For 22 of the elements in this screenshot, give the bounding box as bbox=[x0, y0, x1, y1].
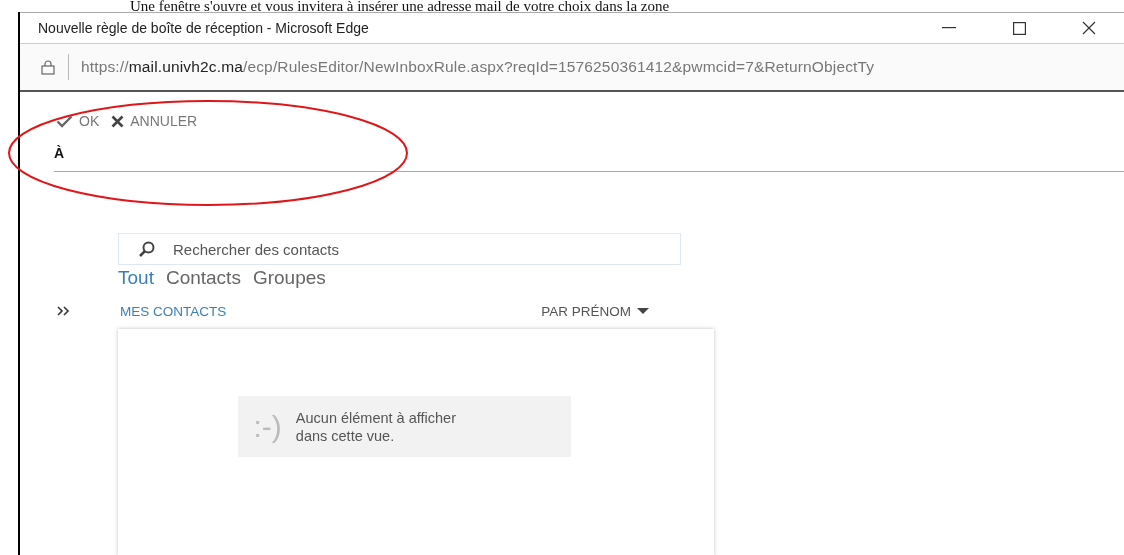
cancel-button[interactable]: ANNULER bbox=[111, 111, 198, 131]
recipient-field[interactable]: À bbox=[54, 145, 1124, 172]
search-field[interactable]: Rechercher des contacts bbox=[118, 233, 681, 265]
empty-message: Aucun élément à afficher dans cette vue. bbox=[295, 408, 457, 445]
filter-tab[interactable]: Tout bbox=[118, 267, 154, 289]
minimize-icon bbox=[942, 27, 956, 29]
caret-icon bbox=[637, 308, 649, 314]
window-title: Nouvelle règle de boîte de réception - Microsoft Edge bbox=[38, 20, 370, 36]
checkmark-icon bbox=[56, 114, 73, 128]
search-icon bbox=[138, 240, 156, 258]
document-text: Une fenêtre s'ouvre et vous invitera à insérer une adresse mail de votre choix dans la zone bbox=[129, 0, 671, 12]
close-icon bbox=[1082, 21, 1096, 35]
lock-icon bbox=[40, 59, 56, 75]
sort-dropdown[interactable]: PAR PRÉNOM bbox=[541, 303, 649, 319]
maximize-icon bbox=[1012, 21, 1026, 35]
close-icon bbox=[111, 114, 125, 128]
emoticon-text: :-) bbox=[253, 409, 282, 444]
list-title: MES CONTACTS bbox=[120, 303, 228, 319]
double-chevron-icon bbox=[57, 305, 71, 316]
filter-tab[interactable]: Groupes bbox=[252, 267, 326, 289]
ok-button[interactable]: OK bbox=[56, 111, 100, 131]
filter-tab[interactable]: Contacts bbox=[165, 267, 241, 289]
